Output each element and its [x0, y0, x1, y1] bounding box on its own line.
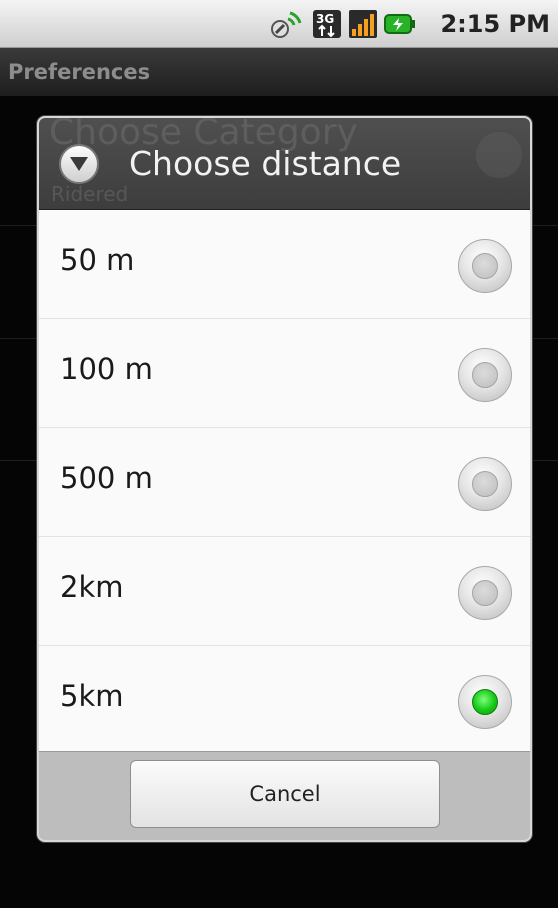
app-title: Preferences — [8, 60, 151, 84]
distance-options-list: 50 m 100 m 500 m 2km 5km — [39, 210, 530, 755]
radio-indicator — [472, 253, 498, 279]
status-bar: 3G 2:15 PM — [0, 0, 558, 48]
radio-button[interactable] — [458, 239, 512, 293]
option-label: 5km — [60, 679, 124, 713]
battery-charging-icon — [384, 14, 415, 34]
dialog-button-bar: Cancel — [39, 751, 530, 840]
list-item[interactable]: 2km — [39, 537, 530, 646]
background-item-radio — [476, 132, 522, 178]
cancel-button[interactable]: Cancel — [130, 760, 440, 828]
option-label: 500 m — [60, 461, 153, 495]
list-item[interactable]: 5km — [39, 646, 530, 755]
radio-indicator — [472, 362, 498, 388]
signal-strength-icon — [349, 10, 377, 38]
dropdown-arrow-icon — [59, 144, 99, 184]
radio-button[interactable] — [458, 566, 512, 620]
radio-button-checked[interactable] — [458, 675, 512, 729]
radio-indicator — [472, 580, 498, 606]
radio-button[interactable] — [458, 457, 512, 511]
status-time: 2:15 PM — [440, 10, 550, 38]
background-item-subtitle: Ridered — [51, 182, 129, 206]
option-label: 50 m — [60, 243, 135, 277]
option-label: 2km — [60, 570, 124, 604]
radio-indicator — [472, 689, 498, 715]
svg-text:3G: 3G — [316, 12, 334, 26]
3g-data-icon: 3G — [313, 10, 341, 38]
gps-icon — [271, 11, 302, 38]
list-item[interactable]: 50 m — [39, 210, 530, 319]
choose-distance-dialog: Choose Category Ridered Choose distance … — [37, 116, 532, 842]
dialog-header: Choose Category Ridered Choose distance — [39, 118, 530, 210]
list-item[interactable]: 500 m — [39, 428, 530, 537]
dialog-title: Choose distance — [129, 144, 402, 183]
list-item[interactable]: 100 m — [39, 319, 530, 428]
radio-button[interactable] — [458, 348, 512, 402]
radio-indicator — [472, 471, 498, 497]
screen: 3G 2:15 PM Preferences Choose Category R… — [0, 0, 558, 908]
option-label: 100 m — [60, 352, 153, 386]
app-title-bar: Preferences — [0, 48, 558, 96]
